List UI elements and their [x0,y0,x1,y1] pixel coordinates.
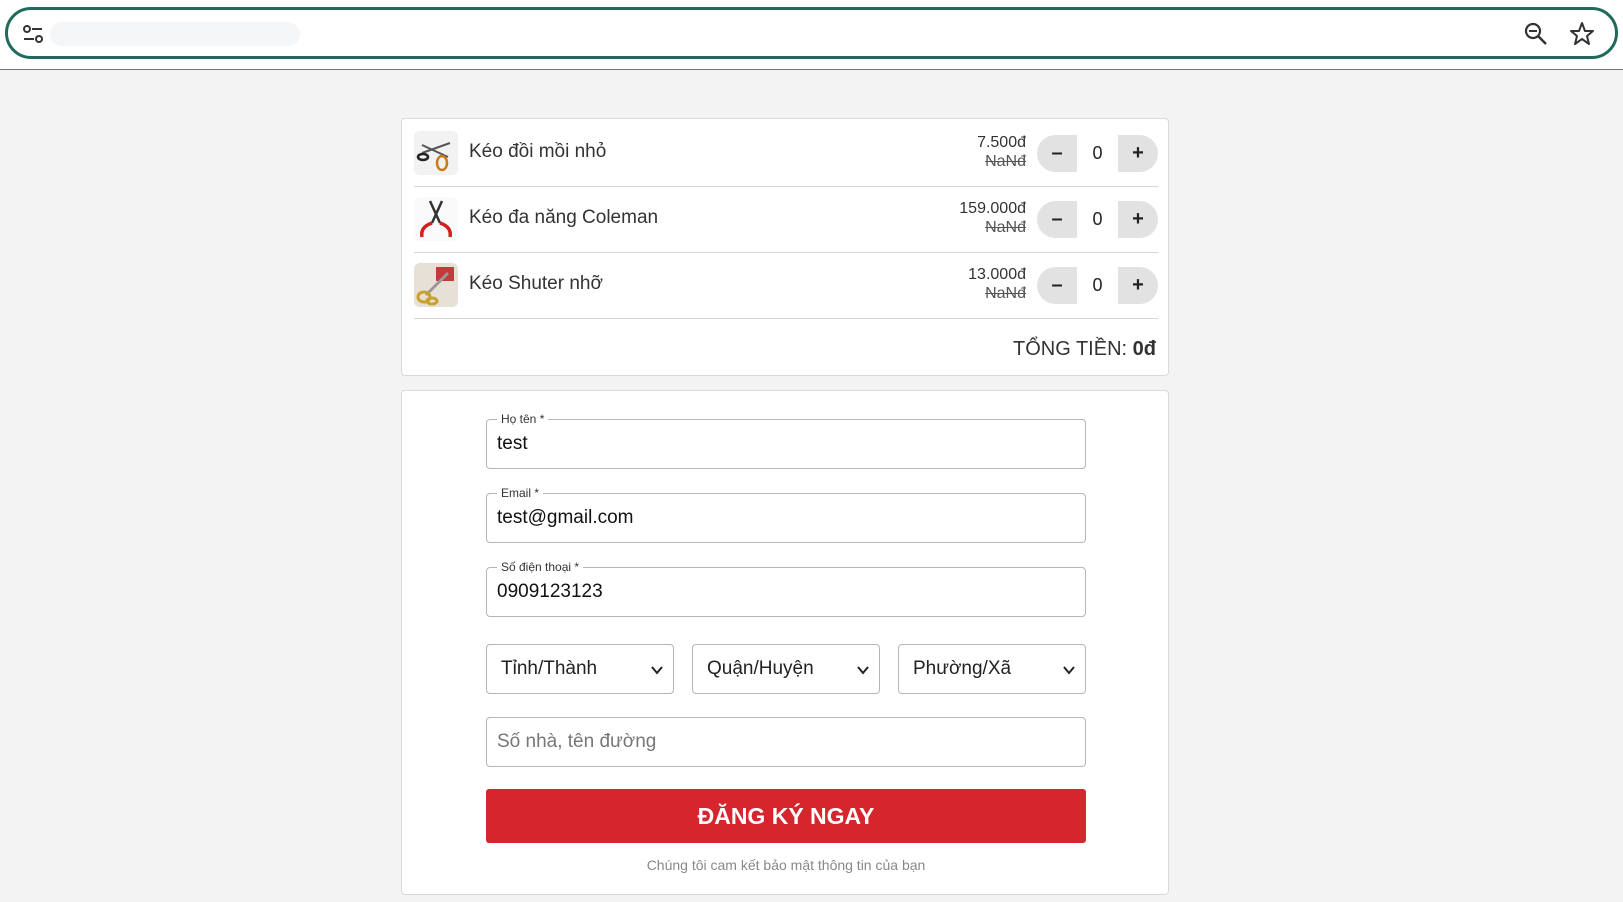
product-price: 7.500đ NaNđ [977,133,1026,171]
decrease-button[interactable]: – [1037,135,1077,172]
cart-total: TỔNG TIỀN: 0đ [1013,338,1156,361]
cart-item: Kéo đa năng Coleman 159.000đ NaNđ – 0 + [414,185,1158,253]
scissors-small-thumb-icon [414,131,458,175]
chevron-down-icon [651,666,663,675]
tune-icon[interactable] [22,23,44,45]
quantity-stepper: – 0 + [1037,135,1158,172]
scissors-red-thumb-icon [414,197,458,241]
increase-button[interactable]: + [1118,267,1158,304]
product-thumbnail [414,131,458,175]
old-price: NaNđ [985,219,1026,236]
product-price: 13.000đ NaNđ [968,265,1026,303]
total-label: TỔNG TIỀN: [1013,338,1128,360]
current-price: 7.500đ [977,134,1026,151]
old-price: NaNđ [985,153,1026,170]
email-field[interactable]: Email * test@gmail.com [486,486,1086,543]
current-price: 159.000đ [959,200,1026,217]
ward-label: Phường/Xã [913,658,1012,679]
chevron-down-icon [857,666,869,675]
email-value[interactable]: test@gmail.com [497,507,634,529]
privacy-note: Chúng tôi cam kết bảo mật thông tin của … [646,857,926,873]
product-price: 159.000đ NaNđ [959,199,1026,237]
browser-toolbar [0,0,1623,70]
old-price: NaNđ [985,285,1026,302]
zoom-icon[interactable] [1523,21,1549,47]
star-icon[interactable] [1569,21,1595,47]
name-field[interactable]: Họ tên * test [486,412,1086,469]
quantity-value[interactable]: 0 [1077,201,1118,238]
province-label: Tỉnh/Thành [501,658,598,679]
quantity-stepper: – 0 + [1037,267,1158,304]
province-select[interactable]: Tỉnh/Thành [486,644,674,694]
product-name: Kéo đồi mồi nhỏ [469,141,607,162]
quantity-value[interactable]: 0 [1077,267,1118,304]
increase-button[interactable]: + [1118,201,1158,238]
product-thumbnail [414,263,458,307]
order-form: Họ tên * test Email * test@gmail.com Số … [401,390,1169,895]
address-bar[interactable] [5,7,1618,59]
district-label: Quận/Huyện [707,658,814,679]
decrease-button[interactable]: – [1037,267,1077,304]
district-select[interactable]: Quận/Huyện [692,644,880,694]
address-placeholder: Số nhà, tên đường [497,731,657,752]
scissors-gold-thumb-icon [414,263,458,307]
chevron-down-icon [1063,666,1075,675]
product-name: Kéo Shuter nhỡ [469,273,603,294]
name-label: Họ tên * [497,412,549,426]
cart-item: Kéo đồi mồi nhỏ 7.500đ NaNđ – 0 + [414,119,1158,187]
phone-value[interactable]: 0909123123 [497,581,603,603]
quantity-stepper: – 0 + [1037,201,1158,238]
url-text[interactable] [50,22,300,46]
address-field[interactable]: Số nhà, tên đường [486,717,1086,767]
quantity-value[interactable]: 0 [1077,135,1118,172]
name-value[interactable]: test [497,433,528,455]
product-name: Kéo đa năng Coleman [469,207,659,228]
phone-label: Số điện thoại * [497,560,584,574]
email-label: Email * [497,486,544,500]
current-price: 13.000đ [968,266,1026,283]
register-button[interactable]: ĐĂNG KÝ NGAY [486,789,1086,843]
total-value: 0đ [1132,338,1156,360]
increase-button[interactable]: + [1118,135,1158,172]
cart-panel: Kéo đồi mồi nhỏ 7.500đ NaNđ – 0 + Kéo đa… [401,118,1169,376]
decrease-button[interactable]: – [1037,201,1077,238]
cart-item: Kéo Shuter nhỡ 13.000đ NaNđ – 0 + [414,251,1158,319]
ward-select[interactable]: Phường/Xã [898,644,1086,694]
product-thumbnail [414,197,458,241]
phone-field[interactable]: Số điện thoại * 0909123123 [486,560,1086,617]
